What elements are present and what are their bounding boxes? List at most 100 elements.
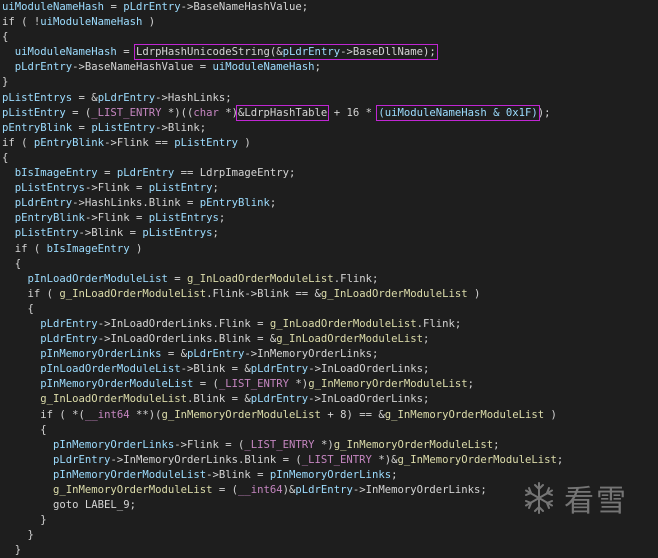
- code-token: ->HashLinks;: [155, 91, 232, 104]
- code-token: pLdrEntry: [250, 363, 309, 376]
- code-token: ;: [212, 227, 219, 240]
- code-view: uiModuleNameHash = pLdrEntry ->BaseNameHa…: [2, 0, 563, 558]
- code-token: ->InLoadOrderLinks.Flink =: [97, 317, 270, 330]
- code-token: pInLoadOrderModuleList: [27, 272, 168, 285]
- code-token: ->BaseNameHashValue;: [180, 1, 309, 13]
- code-line: g_InMemoryOrderModuleList = (__int64)&pL…: [2, 483, 563, 498]
- code-line: {: [2, 30, 563, 45]
- code-line: if ( pEntryBlink->Flink == pListEntry ): [2, 136, 563, 151]
- code-token: ): [238, 136, 251, 149]
- code-token: =: [116, 46, 136, 59]
- code-line: pInMemoryOrderModuleList = (_LIST_ENTRY …: [2, 377, 563, 392]
- code-token: = (: [212, 484, 238, 496]
- code-token: ;: [218, 212, 226, 225]
- code-line: pListEntrys = &pLdrEntry->HashLinks;: [2, 91, 563, 106]
- code-line: uiModuleNameHash = LdrpHashUnicodeString…: [2, 44, 563, 61]
- code-token: ;: [493, 438, 500, 451]
- code-line: {: [2, 423, 563, 438]
- code-line: if ( !uiModuleNameHash ): [2, 15, 563, 30]
- code-token: .Blink = &: [186, 393, 251, 406]
- code-token: pListEntrys: [14, 182, 85, 195]
- code-token: pLdrEntry: [282, 46, 341, 59]
- code-token: pEntryBlink: [199, 197, 270, 210]
- code-line: goto LABEL_9;: [2, 498, 563, 513]
- code-token: if (: [2, 136, 34, 149]
- code-token: *): [289, 378, 309, 391]
- code-token: ;: [556, 453, 564, 466]
- code-line: pListEntrys->Flink = pListEntry;: [2, 181, 563, 196]
- code-token: pInMemoryOrderModuleList: [53, 468, 207, 481]
- code-token: ->Flink = (: [174, 438, 245, 451]
- code-token: {: [2, 151, 9, 164]
- code-token: }: [14, 544, 22, 557]
- code-token: *)((: [161, 106, 194, 119]
- code-line: {: [2, 302, 563, 317]
- code-line: }: [2, 528, 563, 543]
- code-token: = (: [193, 378, 219, 391]
- code-line: pInMemoryOrderModuleList->Blink = pInMem…: [2, 468, 563, 483]
- code-token: =: [167, 272, 187, 285]
- code-token: pLdrEntry: [14, 61, 73, 74]
- code-token: pLdrEntry: [14, 197, 73, 210]
- code-token: {: [2, 31, 9, 44]
- snowflake-icon: [525, 482, 553, 514]
- code-line: g_InLoadOrderModuleList.Blink = &pLdrEnt…: [2, 392, 563, 407]
- code-token: char: [193, 106, 219, 119]
- code-token: _LIST_ENTRY: [244, 438, 315, 451]
- code-token: =: [104, 1, 124, 13]
- code-line: bIsImageEntry = pLdrEntry == LdrpImageEn…: [2, 166, 563, 181]
- code-token: ->InMemoryOrderLinks.Blink = (: [110, 453, 302, 466]
- code-token: g_InLoadOrderModuleList: [186, 272, 334, 285]
- code-token: bIsImageEntry: [14, 167, 98, 180]
- code-token: {: [14, 257, 22, 270]
- highlight-box: LdrpHashUnicodeString(&pLdrEntry->BaseDl…: [133, 44, 438, 61]
- code-token: uiModuleNameHash: [40, 16, 143, 29]
- code-token: {: [27, 302, 34, 315]
- code-token: =: [97, 167, 117, 180]
- code-token: = &: [72, 91, 98, 104]
- code-line: {: [2, 151, 563, 166]
- code-token: =: [72, 121, 92, 134]
- code-token: ->InMemoryOrderLinks;: [352, 484, 487, 496]
- code-token: if ( !: [2, 16, 41, 29]
- code-token: ): [467, 287, 481, 300]
- code-token: ->Blink =: [78, 227, 143, 240]
- code-token: == LdrpImageEntry;: [174, 167, 296, 180]
- code-token: pInMemoryOrderModuleList: [40, 378, 194, 391]
- code-token: ->Blink = &: [180, 363, 251, 376]
- code-token: ): [142, 16, 156, 29]
- code-token: = (: [65, 106, 92, 119]
- code-token: if ( *(: [40, 408, 85, 421]
- code-token: uiModuleNameHash: [212, 61, 315, 74]
- code-token: pLdrEntry: [186, 348, 245, 361]
- code-token: g_InLoadOrderModuleList: [320, 287, 468, 300]
- code-token: }: [27, 529, 34, 542]
- code-token: pLdrEntry: [97, 91, 156, 104]
- code-token: ->Flink =: [84, 182, 149, 195]
- code-token: pListEntry: [148, 182, 213, 195]
- code-token: + 8) == &: [320, 408, 385, 421]
- code-line: pLdrEntry->HashLinks.Blink = pEntryBlink…: [2, 196, 563, 211]
- code-token: pLdrEntry: [53, 453, 111, 466]
- code-token: )&: [282, 484, 296, 496]
- code-token: uiModuleNameHash: [14, 46, 117, 59]
- code-line: if ( g_InLoadOrderModuleList.Flink->Blin…: [2, 287, 563, 302]
- code-line: pListEntry->Blink = pListEntrys;: [2, 226, 563, 241]
- code-token: ;: [422, 333, 430, 346]
- code-token: ->InLoadOrderLinks.Blink = &: [97, 333, 277, 346]
